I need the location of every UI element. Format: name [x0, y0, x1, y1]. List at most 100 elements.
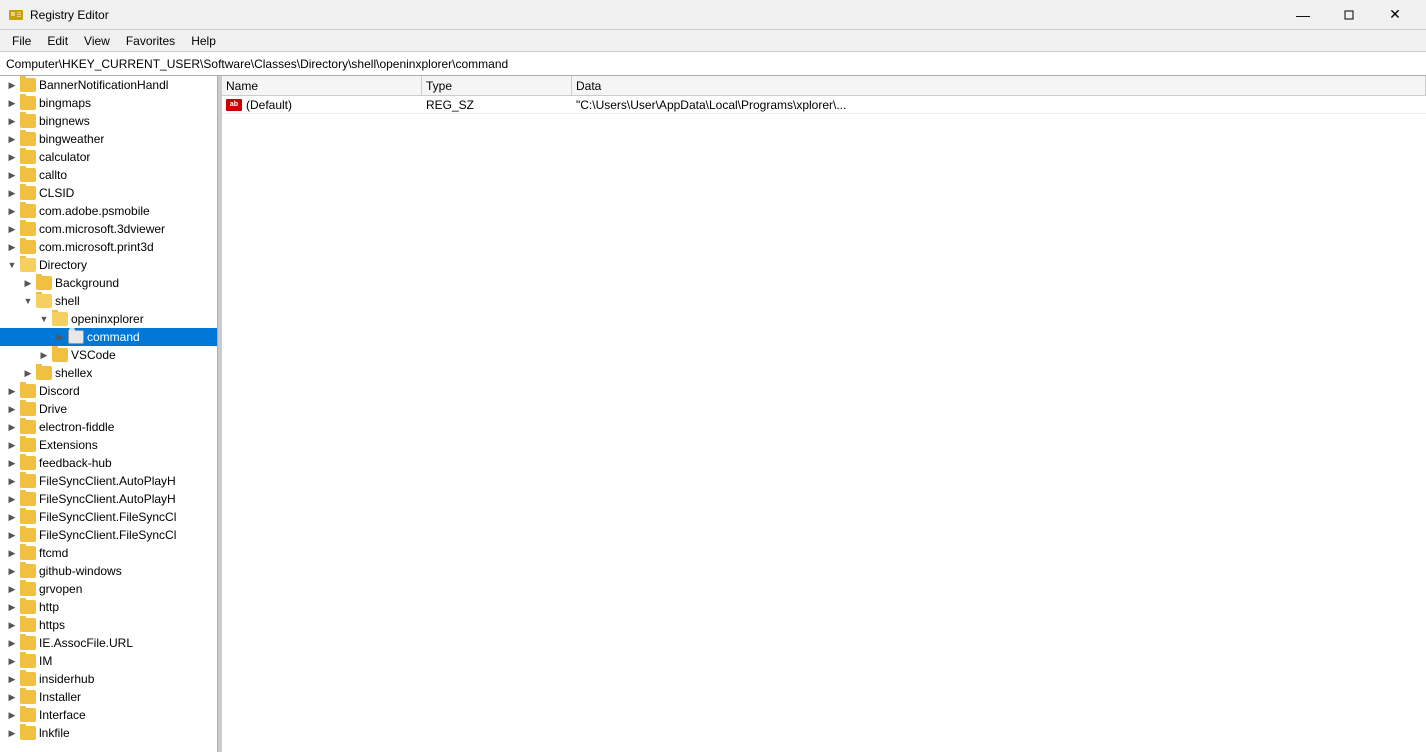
expander-comadobe[interactable]: ▶	[4, 203, 20, 219]
menu-edit[interactable]: Edit	[39, 32, 76, 50]
expander-githubwindows[interactable]: ▶	[4, 563, 20, 579]
tree-item-filesyncclient2[interactable]: ▶FileSyncClient.AutoPlayH	[0, 490, 217, 508]
expander-commicrosoft3d[interactable]: ▶	[4, 221, 20, 237]
tree-item-filesyncclient4[interactable]: ▶FileSyncClient.FileSyncCl	[0, 526, 217, 544]
tree-item-bingmaps[interactable]: ▶ bingmaps	[0, 94, 217, 112]
tree-item-ftcmd[interactable]: ▶ ftcmd	[0, 544, 217, 562]
expander-interface[interactable]: ▶	[4, 707, 20, 723]
expander-ftcmd[interactable]: ▶	[4, 545, 20, 561]
tree-item-interface[interactable]: ▶Interface	[0, 706, 217, 724]
expander-http[interactable]: ▶	[4, 599, 20, 615]
expander-https[interactable]: ▶	[4, 617, 20, 633]
tree-item-insiderhub[interactable]: ▶insiderhub	[0, 670, 217, 688]
tree-label-vscode: VSCode	[71, 348, 116, 362]
expander-filesyncclient1[interactable]: ▶	[4, 473, 20, 489]
folder-icon-ftcmd	[20, 546, 36, 560]
folder-icon-filesyncclient1	[20, 474, 36, 488]
tree-item-comadobe[interactable]: ▶com.adobe.psmobile	[0, 202, 217, 220]
expander-shellex[interactable]: ▶	[20, 365, 36, 381]
tree-item-vscode[interactable]: ▶ VSCode	[0, 346, 217, 364]
tree-label-background: Background	[55, 276, 119, 290]
tree-item-feedbackhub[interactable]: ▶feedback-hub	[0, 454, 217, 472]
maximize-button[interactable]	[1326, 0, 1372, 30]
tree-item-bingweather[interactable]: ▶bingweather	[0, 130, 217, 148]
expander-inkfile[interactable]: ▶	[4, 725, 20, 741]
expander-commicrosoftprint[interactable]: ▶	[4, 239, 20, 255]
expander-ieassocfile[interactable]: ▶	[4, 635, 20, 651]
tree-item-directory[interactable]: ▼Directory	[0, 256, 217, 274]
expander-electronfiddle[interactable]: ▶	[4, 419, 20, 435]
folder-icon-comadobe	[20, 204, 36, 218]
tree-item-extensions[interactable]: ▶Extensions	[0, 436, 217, 454]
expander-filesyncclient3[interactable]: ▶	[4, 509, 20, 525]
column-name-header[interactable]: Name	[222, 76, 422, 95]
tree-item-commicrosoftprint[interactable]: ▶com.microsoft.print3d	[0, 238, 217, 256]
tree-item-ieassocfile[interactable]: ▶IE.AssocFile.URL	[0, 634, 217, 652]
expander-feedbackhub[interactable]: ▶	[4, 455, 20, 471]
tree-item-filesyncclient1[interactable]: ▶FileSyncClient.AutoPlayH	[0, 472, 217, 490]
tree-item-grvopen[interactable]: ▶grvopen	[0, 580, 217, 598]
tree-item-im[interactable]: ▶IM	[0, 652, 217, 670]
tree-item-commicrosoft3d[interactable]: ▶com.microsoft.3dviewer	[0, 220, 217, 238]
expander-openinxplorer[interactable]: ▼	[36, 311, 52, 327]
tree-label-githubwindows: github-windows	[39, 564, 122, 578]
expander-im[interactable]: ▶	[4, 653, 20, 669]
menu-help[interactable]: Help	[183, 32, 224, 50]
tree-item-shellex[interactable]: ▶shellex	[0, 364, 217, 382]
tree-label-bingmaps: bingmaps	[39, 96, 91, 110]
column-type-header[interactable]: Type	[422, 76, 572, 95]
registry-tree[interactable]: ▶BannerNotificationHandl ▶ bingmaps ▶bingne…	[0, 76, 218, 752]
expander-bingweather[interactable]: ▶	[4, 131, 20, 147]
tree-label-inkfile: lnkfile	[39, 726, 70, 740]
expander-installer[interactable]: ▶	[4, 689, 20, 705]
expander-command[interactable]: ▶	[52, 329, 68, 345]
tree-item-background[interactable]: ▶ Background	[0, 274, 217, 292]
expander-filesyncclient2[interactable]: ▶	[4, 491, 20, 507]
tree-item-bingnews[interactable]: ▶bingnews	[0, 112, 217, 130]
tree-label-https: https	[39, 618, 65, 632]
tree-item-http[interactable]: ▶http	[0, 598, 217, 616]
expander-bannernotification[interactable]: ▶	[4, 77, 20, 93]
tree-item-drive[interactable]: ▶Drive	[0, 400, 217, 418]
minimize-button[interactable]: —	[1280, 0, 1326, 30]
close-button[interactable]: ✕	[1372, 0, 1418, 30]
folder-icon-inkfile	[20, 726, 36, 740]
tree-item-filesyncclient3[interactable]: ▶FileSyncClient.FileSyncCl	[0, 508, 217, 526]
expander-drive[interactable]: ▶	[4, 401, 20, 417]
expander-grvopen[interactable]: ▶	[4, 581, 20, 597]
tree-item-githubwindows[interactable]: ▶ github-windows	[0, 562, 217, 580]
tree-item-https[interactable]: ▶ https	[0, 616, 217, 634]
tree-item-callto[interactable]: ▶callto	[0, 166, 217, 184]
expander-filesyncclient4[interactable]: ▶	[4, 527, 20, 543]
tree-item-discord[interactable]: ▶Discord	[0, 382, 217, 400]
column-data-header[interactable]: Data	[572, 76, 1426, 95]
expander-background[interactable]: ▶	[20, 275, 36, 291]
tree-item-electronfiddle[interactable]: ▶electron-fiddle	[0, 418, 217, 436]
tree-item-openinxplorer[interactable]: ▼openinxplorer	[0, 310, 217, 328]
tree-item-shell[interactable]: ▼shell	[0, 292, 217, 310]
tree-item-bannernotification[interactable]: ▶BannerNotificationHandl	[0, 76, 217, 94]
expander-extensions[interactable]: ▶	[4, 437, 20, 453]
expander-insiderhub[interactable]: ▶	[4, 671, 20, 687]
menu-file[interactable]: File	[4, 32, 39, 50]
tree-item-calculator[interactable]: ▶calculator	[0, 148, 217, 166]
expander-bingnews[interactable]: ▶	[4, 113, 20, 129]
tree-item-installer[interactable]: ▶ Installer	[0, 688, 217, 706]
expander-calculator[interactable]: ▶	[4, 149, 20, 165]
expander-callto[interactable]: ▶	[4, 167, 20, 183]
tree-label-installer: Installer	[39, 690, 81, 704]
detail-row[interactable]: ab(Default)REG_SZ"C:\Users\User\AppData\…	[222, 96, 1426, 114]
tree-label-ftcmd: ftcmd	[39, 546, 68, 560]
expander-bingmaps[interactable]: ▶	[4, 95, 20, 111]
expander-directory[interactable]: ▼	[4, 257, 20, 273]
expander-clsid[interactable]: ▶	[4, 185, 20, 201]
expander-shell[interactable]: ▼	[20, 293, 36, 309]
folder-icon-bannernotification	[20, 78, 36, 92]
menu-view[interactable]: View	[76, 32, 118, 50]
menu-favorites[interactable]: Favorites	[118, 32, 183, 50]
tree-item-clsid[interactable]: ▶CLSID	[0, 184, 217, 202]
tree-item-command[interactable]: ▶command	[0, 328, 217, 346]
expander-vscode[interactable]: ▶	[36, 347, 52, 363]
tree-item-inkfile[interactable]: ▶ lnkfile	[0, 724, 217, 742]
expander-discord[interactable]: ▶	[4, 383, 20, 399]
